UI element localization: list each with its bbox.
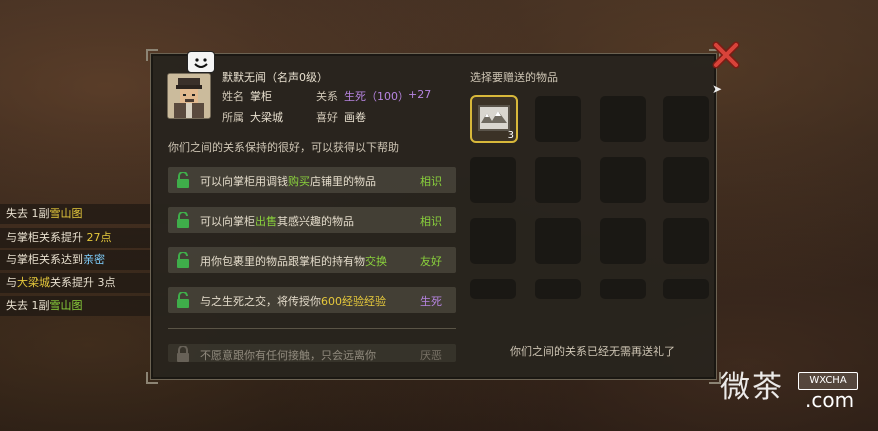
gift-slot[interactable] [470,157,516,203]
section-divider [168,328,456,329]
gift-slot[interactable] [600,157,646,203]
watermark-domain: .com [805,388,855,412]
log-entry: 与掌柜关系达到亲密 [0,250,156,270]
npc-portrait [167,73,211,119]
belong-value: 大梁城 [250,111,283,124]
relation-description: 你们之间的关系保持的很好，可以获得以下帮助 [168,141,399,154]
benefit-text: 不愿意跟你有任何接触，只会远离你 [200,349,376,362]
gift-slot[interactable] [535,157,581,203]
mouse-cursor-icon: ➤ [712,82,723,96]
benefit-tag: 友好 [420,255,442,268]
benefit-row-teach: 与之生死之交，将传授你600经验经验 生死 [168,287,456,313]
gift-title: 选择要赠送的物品 [470,71,558,84]
benefit-text: 用你包裹里的物品跟掌柜的持有物 [200,255,365,268]
gift-slot[interactable] [600,218,646,264]
benefit-highlight: 出售 [255,215,277,228]
gift-slot[interactable] [535,218,581,264]
relation-value: 生死（100） [344,90,409,103]
site-watermark: 微茶 [720,370,784,405]
relation-label: 关系 [316,90,338,103]
benefit-row-buy: 可以向掌柜用调钱购买店铺里的物品 相识 [168,167,456,193]
benefit-tag: 相识 [420,175,442,188]
log-entry: 与大梁城关系提升 3点 [0,273,171,293]
close-icon[interactable] [712,41,740,69]
gift-slot[interactable] [470,218,516,264]
benefit-tag: 相识 [420,215,442,228]
log-entry: 与掌柜关系提升 27点 [0,228,156,248]
benefit-highlight: 600经验经验 [321,295,386,308]
gift-notice: 你们之间的关系已经无需再送礼了 [510,345,675,358]
relation-bonus: +27 [408,88,432,101]
benefit-row-exchange: 用你包裹里的物品跟掌柜的持有物交换 友好 [168,247,456,273]
hobby-label: 喜好 [316,111,338,124]
gift-slot[interactable] [663,157,709,203]
frame-corner [146,372,158,384]
belong-label: 所属 [222,111,244,124]
benefit-highlight: 交换 [365,255,387,268]
lock-icon [176,345,190,362]
gift-slot[interactable] [535,279,581,299]
gift-slot[interactable] [470,279,516,299]
gift-slot[interactable] [663,218,709,264]
log-entry: 失去 1副雪山图 [0,296,171,316]
hobby-value: 画卷 [344,111,366,124]
benefit-text: 店铺里的物品 [310,175,376,188]
unlock-icon [176,251,190,268]
benefit-row-hate: 不愿意跟你有任何接触，只会远离你 厌恶 [168,344,456,362]
name-label: 姓名 [222,90,244,103]
unlock-icon [176,291,190,308]
gift-slot[interactable] [600,96,646,142]
frame-corner [146,49,158,61]
name-value: 掌柜 [250,90,272,103]
benefit-text: 其感兴趣的物品 [277,215,354,228]
unlock-icon [176,171,190,188]
item-count: 3 [507,130,514,141]
benefit-text: 与之生死之交，将传授你 [200,295,321,308]
benefit-row-sell: 可以向掌柜出售其感兴趣的物品 相识 [168,207,456,233]
benefit-tag: 生死 [420,295,442,308]
gift-slot[interactable] [600,279,646,299]
benefit-tag: 厌恶 [420,349,442,362]
npc-fame: 默默无闻（名声0级） [222,71,328,84]
benefit-text: 可以向掌柜用调钱 [200,175,288,188]
unlock-icon [176,211,190,228]
smiley-icon [187,51,215,73]
log-entry: 失去 1副雪山图 [0,204,171,224]
gift-slot[interactable] [535,96,581,142]
benefit-highlight: 购买 [288,175,310,188]
gift-item-slot[interactable]: 3 [470,95,518,143]
gift-slot[interactable] [663,96,709,142]
gift-slot[interactable] [663,279,709,299]
benefit-text: 可以向掌柜 [200,215,255,228]
